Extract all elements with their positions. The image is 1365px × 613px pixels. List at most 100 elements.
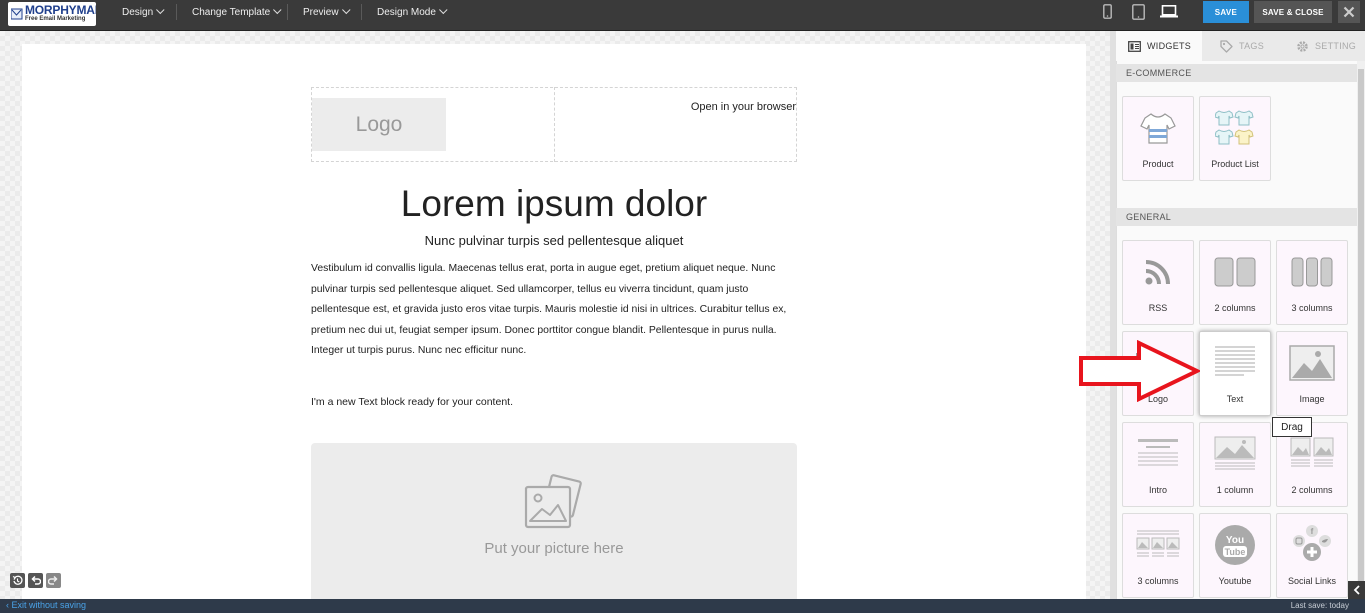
exit-label: Exit without saving [11, 600, 87, 610]
widget-label: Text [1226, 394, 1244, 404]
tag-icon [1220, 39, 1233, 53]
tab-tags[interactable]: TAGS [1220, 31, 1264, 61]
widget-label: Product List [1211, 159, 1259, 169]
header-column-divider [554, 87, 555, 162]
widget-label: 3 columns [1137, 576, 1179, 586]
svg-text:f: f [1311, 527, 1314, 536]
widget-image[interactable]: Image [1276, 331, 1348, 416]
widget-label: 1 column [1216, 485, 1254, 495]
save-and-close-button[interactable]: SAVE & CLOSE [1254, 1, 1332, 23]
svg-text:You: You [1226, 535, 1244, 546]
widget-label: RSS [1148, 303, 1168, 313]
widget-2-columns[interactable]: 2 columns [1199, 240, 1271, 325]
email-body-text[interactable]: Vestibulum id convallis ligula. Maecenas… [311, 259, 797, 362]
undo-icon [31, 575, 41, 585]
tab-widgets[interactable]: WIDGETS [1116, 31, 1202, 61]
menu-design-mode[interactable]: Design Mode [377, 0, 448, 24]
history-button[interactable] [10, 573, 25, 588]
menu-change-template-label: Change Template [192, 6, 271, 18]
tab-widgets-label: WIDGETS [1147, 41, 1192, 51]
picture-placeholder-label: Put your picture here [484, 540, 624, 557]
one-column-icon [1214, 436, 1256, 470]
save-button[interactable]: SAVE [1203, 1, 1249, 23]
widget-1-column[interactable]: 1 column [1199, 422, 1271, 507]
section-heading-ecommerce: E-COMMERCE [1116, 64, 1357, 82]
product-list-icon [1215, 110, 1254, 145]
widget-social-links[interactable]: f Social Links [1276, 513, 1348, 598]
picture-icon [524, 474, 582, 529]
tab-setting-label: SETTING [1315, 41, 1357, 51]
three-columns-image-icon [1136, 530, 1180, 557]
widget-youtube[interactable]: You Tube Youtube [1199, 513, 1271, 598]
new-text-block[interactable]: I'm a new Text block ready for your cont… [311, 396, 513, 408]
red-arrow-annotation [1079, 340, 1200, 402]
chevron-down-icon [438, 5, 448, 15]
tab-setting[interactable]: SETTING [1296, 31, 1356, 61]
menu-divider [287, 4, 288, 20]
picture-placeholder[interactable]: Put your picture here [311, 443, 797, 603]
chevron-left-icon [1353, 585, 1360, 595]
image-icon [1289, 345, 1335, 381]
widget-3-columns-image[interactable]: 3 columns [1122, 513, 1194, 598]
email-title[interactable]: Lorem ipsum dolor [311, 183, 797, 225]
top-toolbar: MORPHYMAIL Free Email Marketing Design C… [0, 0, 1365, 31]
collapse-panel-button[interactable] [1348, 581, 1365, 599]
social-links-icon: f [1293, 525, 1331, 561]
widget-3-columns[interactable]: 3 columns [1276, 240, 1348, 325]
mobile-icon[interactable] [1103, 4, 1112, 19]
chevron-down-icon [273, 5, 282, 15]
menu-divider [176, 4, 177, 20]
two-columns-icon [1214, 257, 1256, 287]
widget-label: 2 columns [1214, 303, 1256, 313]
brand-logo: MORPHYMAIL Free Email Marketing [8, 2, 96, 26]
widget-label: Image [1299, 394, 1325, 404]
panel-tabs: WIDGETS TAGS SETTING [1116, 31, 1365, 61]
widget-label: Product [1142, 159, 1174, 169]
two-columns-image-icon [1290, 437, 1334, 467]
widget-product[interactable]: Product [1122, 96, 1194, 181]
widget-label: Social Links [1287, 576, 1337, 586]
scrollbar-thumb[interactable] [1358, 69, 1364, 589]
last-save-status: Last save: today [1290, 601, 1349, 610]
panel-scrollbar[interactable] [1357, 61, 1365, 599]
chevron-down-icon [341, 5, 351, 15]
rss-icon [1145, 260, 1170, 285]
exit-without-saving-link[interactable]: ‹ Exit without saving [6, 600, 86, 610]
text-lines-icon [1215, 346, 1255, 376]
desktop-icon[interactable] [1160, 5, 1178, 18]
redo-button[interactable] [46, 573, 61, 588]
gear-icon [1297, 40, 1308, 52]
menu-preview[interactable]: Preview [303, 0, 351, 24]
email-subtitle[interactable]: Nunc pulvinar turpis sed pellentesque al… [311, 233, 797, 248]
youtube-icon: You Tube [1215, 525, 1255, 565]
undo-button[interactable] [28, 573, 43, 588]
section-heading-general: GENERAL [1116, 208, 1357, 226]
widget-rss[interactable]: RSS [1122, 240, 1194, 325]
menu-design[interactable]: Design [122, 0, 165, 24]
chevron-down-icon [156, 5, 165, 15]
history-icon [12, 575, 23, 585]
intro-icon [1138, 439, 1178, 466]
close-button[interactable] [1338, 1, 1360, 23]
logo-mark-icon [11, 8, 23, 20]
widget-label: Intro [1148, 485, 1167, 495]
widget-label: 3 columns [1291, 303, 1333, 313]
menu-change-template[interactable]: Change Template [192, 0, 282, 24]
tab-tags-label: TAGS [1239, 41, 1265, 51]
svg-text:Tube: Tube [1225, 547, 1246, 557]
close-icon [1343, 6, 1355, 18]
three-columns-icon [1291, 257, 1333, 287]
drag-tooltip: Drag [1272, 417, 1312, 437]
logo-placeholder[interactable]: Logo [312, 98, 446, 151]
redo-icon [48, 575, 58, 585]
open-in-browser-link[interactable]: Open in your browser [600, 101, 796, 113]
widget-text[interactable]: Text [1199, 331, 1271, 416]
widget-product-list[interactable]: Product List [1199, 96, 1271, 181]
widget-intro[interactable]: Intro [1122, 422, 1194, 507]
tablet-icon[interactable] [1132, 4, 1145, 20]
brand-tagline: Free Email Marketing [25, 16, 86, 22]
widgets-icon [1128, 40, 1141, 52]
brand-name: MORPHYMAIL [25, 3, 96, 17]
menu-design-label: Design [122, 6, 154, 18]
menu-divider [361, 4, 362, 20]
